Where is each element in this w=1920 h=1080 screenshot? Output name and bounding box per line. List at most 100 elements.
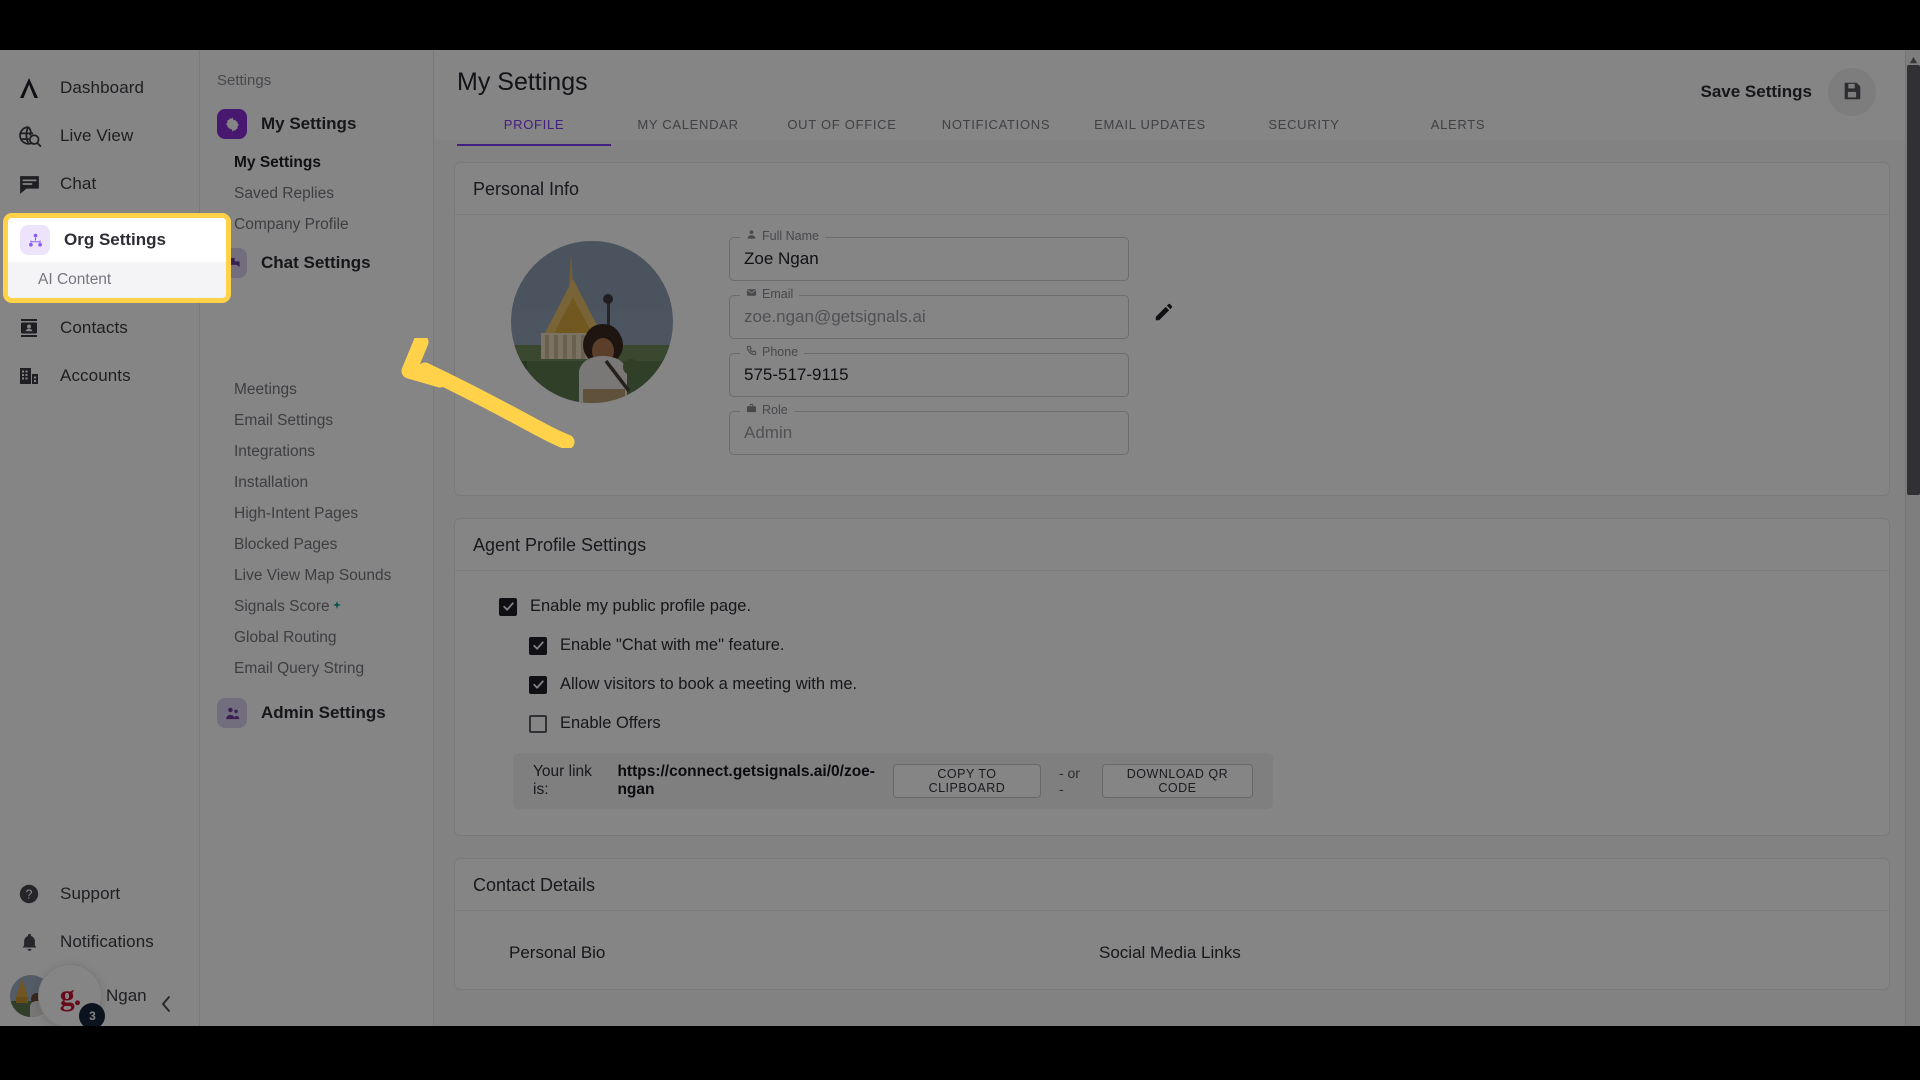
role-field[interactable]: Role Admin xyxy=(729,403,1129,455)
vertical-scrollbar[interactable] xyxy=(1905,50,1920,1026)
agent-profile-card: Agent Profile Settings Enable my public … xyxy=(454,518,1890,836)
copy-to-clipboard-button[interactable]: COPY TO CLIPBOARD xyxy=(892,764,1041,798)
subnav-item-email-settings[interactable]: Email Settings xyxy=(200,405,433,436)
admin-users-icon xyxy=(217,698,247,728)
email-legend-text: Email xyxy=(762,287,794,301)
subnav-item-saved-replies[interactable]: Saved Replies xyxy=(200,178,433,209)
email-field[interactable]: Email zoe.ngan@getsignals.ai xyxy=(729,287,1129,339)
public-profile-url[interactable]: https://connect.getsignals.ai/0/zoe-ngan xyxy=(617,763,875,799)
callout-spacer xyxy=(200,286,433,374)
person-icon xyxy=(746,229,757,243)
link-prefix-label: Your link is: xyxy=(533,763,592,798)
save-settings-label: Save Settings xyxy=(1700,82,1813,101)
checkbox-enable-offers[interactable] xyxy=(529,714,547,733)
checkbox-label: Enable "Chat with me" feature. xyxy=(560,636,785,654)
full-name-legend: Full Name xyxy=(740,229,825,243)
nav-label: Live View xyxy=(60,126,134,145)
checkbox-row-enable-offers[interactable]: Enable Offers xyxy=(529,714,1863,733)
phone-legend-text: Phone xyxy=(762,345,799,359)
messenger-launcher-letter: g. xyxy=(59,979,81,1012)
save-settings-control: Save Settings xyxy=(1700,68,1876,116)
contact-card-icon xyxy=(14,313,44,343)
full-name-value: Zoe Ngan xyxy=(744,249,819,268)
subnav-group-my-settings[interactable]: My Settings xyxy=(200,101,433,147)
settings-scroll-area[interactable]: Personal Info Full Name Zoe Ngan Email z… xyxy=(434,140,1920,1026)
nav-label: Accounts xyxy=(60,366,131,385)
sparkle-icon xyxy=(332,598,342,616)
role-legend-text: Role xyxy=(762,403,788,417)
checkbox-label: Enable Offers xyxy=(560,714,661,732)
social-media-links-label: Social Media Links xyxy=(1099,943,1241,962)
phone-value: 575-517-9115 xyxy=(744,365,849,384)
phone-icon xyxy=(746,345,757,359)
subnav-item-installation[interactable]: Installation xyxy=(200,467,433,498)
subnav-item-my-settings[interactable]: My Settings xyxy=(200,147,433,178)
save-button[interactable] xyxy=(1828,68,1876,116)
nav-item-live-view[interactable]: Live View xyxy=(0,112,199,160)
phone-legend: Phone xyxy=(740,345,805,359)
org-chart-icon xyxy=(20,225,50,255)
subnav-item-live-view-map-sounds[interactable]: Live View Map Sounds xyxy=(200,560,433,591)
subnav-item-meetings[interactable]: Meetings xyxy=(200,374,433,405)
scroll-up-arrow-icon[interactable] xyxy=(1909,52,1918,64)
gear-icon xyxy=(217,109,247,139)
nav-item-contacts[interactable]: Contacts xyxy=(0,304,199,352)
subnav-group-label: My Settings xyxy=(261,114,357,133)
nav-item-accounts[interactable]: Accounts xyxy=(0,352,199,400)
subnav-group-org-settings[interactable]: Org Settings xyxy=(8,218,226,262)
full-name-field[interactable]: Full Name Zoe Ngan xyxy=(729,229,1129,281)
profile-photo[interactable] xyxy=(511,241,673,403)
email-value: zoe.ngan@getsignals.ai xyxy=(744,307,926,326)
subnav-group-label: Org Settings xyxy=(64,230,167,249)
scrollbar-thumb[interactable] xyxy=(1907,65,1920,495)
personal-info-body: Full Name Zoe Ngan Email zoe.ngan@getsig… xyxy=(455,215,1889,495)
question-circle-icon: ? xyxy=(14,879,44,909)
checkbox-label: Enable my public profile page. xyxy=(530,597,752,615)
checkbox-row-public-profile[interactable]: Enable my public profile page. xyxy=(499,597,1863,616)
subnav-item-global-routing[interactable]: Global Routing xyxy=(200,622,433,653)
checkbox-public-profile[interactable] xyxy=(499,597,517,616)
personal-info-card: Personal Info Full Name Zoe Ngan Email z… xyxy=(454,162,1890,496)
nav-label: Notifications xyxy=(60,932,154,951)
briefcase-icon xyxy=(746,403,757,417)
screenshot-root: Dashboard Live View Chat Contacts Accoun… xyxy=(0,0,1920,1080)
logo-lambda-icon xyxy=(14,73,44,103)
phone-field[interactable]: Phone 575-517-9115 xyxy=(729,345,1129,397)
page-header: My Settings PROFILE MY CALENDAR OUT OF O… xyxy=(434,50,1920,146)
subnav-group-admin-settings[interactable]: Admin Settings xyxy=(200,690,433,736)
subnav-group-chat-settings[interactable]: Chat Settings xyxy=(200,240,433,286)
nav-item-notifications[interactable]: Notifications xyxy=(0,918,200,966)
application-viewport: Dashboard Live View Chat Contacts Accoun… xyxy=(0,50,1920,1026)
messenger-launcher-widget[interactable]: g. 3 xyxy=(38,964,105,1026)
nav-label: Support xyxy=(60,884,121,903)
full-name-legend-text: Full Name xyxy=(762,229,819,243)
subnav-item-blocked-pages[interactable]: Blocked Pages xyxy=(200,529,433,560)
nav-item-chat[interactable]: Chat xyxy=(0,160,199,208)
pencil-icon[interactable] xyxy=(1153,301,1175,323)
email-legend: Email xyxy=(740,287,800,301)
personal-info-title: Personal Info xyxy=(455,163,1889,215)
role-legend: Role xyxy=(740,403,794,417)
bell-icon xyxy=(14,927,44,957)
chevron-left-icon[interactable] xyxy=(152,990,180,1018)
subnav-item-signals-score[interactable]: Signals Score xyxy=(200,591,433,622)
checkbox-chat-with-me[interactable] xyxy=(529,636,547,655)
svg-text:?: ? xyxy=(26,888,33,902)
contact-details-body: Personal Bio Social Media Links xyxy=(455,911,1889,989)
nav-item-dashboard[interactable]: Dashboard xyxy=(0,64,199,112)
download-qr-code-button[interactable]: DOWNLOAD QR CODE xyxy=(1101,764,1253,798)
messenger-unread-badge: 3 xyxy=(79,1003,105,1026)
settings-subnav: Settings My Settings My Settings Saved R… xyxy=(200,50,434,1026)
checkbox-book-meeting[interactable] xyxy=(529,675,547,694)
subnav-item-ai-content[interactable]: AI Content xyxy=(8,262,226,298)
subnav-item-email-query-string[interactable]: Email Query String xyxy=(200,653,433,684)
subnav-item-integrations[interactable]: Integrations xyxy=(200,436,433,467)
subnav-heading: Settings xyxy=(217,72,272,89)
subnav-item-high-intent-pages[interactable]: High-Intent Pages xyxy=(200,498,433,529)
subnav-item-company-profile[interactable]: Company Profile xyxy=(200,209,433,240)
nav-item-support[interactable]: ? Support xyxy=(0,870,200,918)
nav-label: Contacts xyxy=(60,318,128,337)
checkbox-row-chat-with-me[interactable]: Enable "Chat with me" feature. xyxy=(529,636,1863,655)
checkbox-row-book-meeting[interactable]: Allow visitors to book a meeting with me… xyxy=(529,675,1863,694)
nav-label: Dashboard xyxy=(60,78,145,97)
